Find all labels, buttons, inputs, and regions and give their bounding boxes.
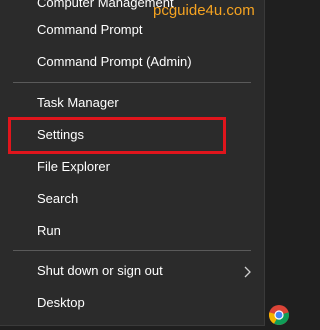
chevron-right-icon [244,256,252,286]
menu-item-desktop[interactable]: Desktop [0,288,264,318]
menu-item-file-explorer[interactable]: File Explorer [0,152,264,182]
menu-item-search[interactable]: Search [0,184,264,214]
menu-separator [13,250,251,251]
menu-item-command-prompt-admin[interactable]: Command Prompt (Admin) [0,47,264,77]
menu-separator [13,82,251,83]
menu-item-label: File Explorer [37,159,110,174]
winx-context-menu: Computer Management Command Prompt Comma… [0,0,265,326]
screen: Computer Management Command Prompt Comma… [0,0,297,330]
watermark-text: pcguide4u.com [153,2,255,19]
chrome-icon[interactable] [268,304,290,326]
settings-highlight-box [8,117,226,154]
menu-item-label: Command Prompt (Admin) [37,54,192,69]
menu-item-label: Search [37,191,79,206]
menu-item-shut-down[interactable]: Shut down or sign out [0,256,264,286]
menu-item-label: Command Prompt [37,22,143,37]
menu-item-label: Shut down or sign out [37,263,163,278]
menu-item-task-manager[interactable]: Task Manager [0,88,264,118]
menu-item-label: Run [37,223,61,238]
menu-item-label: Task Manager [37,95,119,110]
menu-item-label: Desktop [37,295,85,310]
menu-item-run[interactable]: Run [0,216,264,246]
